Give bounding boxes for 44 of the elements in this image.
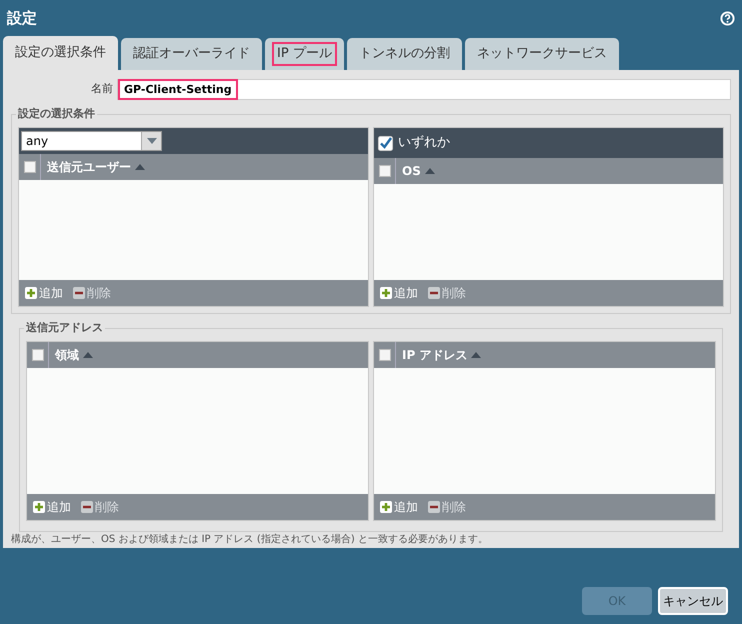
dropdown-value: any [25,133,50,150]
sort-ascending-icon [135,164,145,170]
sort-ascending-icon [424,168,435,174]
checkbox[interactable] [378,349,390,361]
checkbox[interactable] [24,161,36,173]
minus-icon [428,287,440,299]
add-button[interactable]: 追加 [25,284,63,302]
plus-icon [380,287,392,299]
note-text: 構成が、ユーザー、OS および領域または IP アドレス (指定されている場合) と一致する必要があります。 [11,532,489,547]
column-title: 送信元ユーザー [47,159,131,176]
add-button[interactable]: 追加 [380,284,418,302]
column-title: OS [402,163,421,180]
minus-icon [73,287,85,299]
tab[interactable]: トンネルの分割 [346,38,462,70]
help-icon[interactable] [720,10,735,26]
column-header[interactable]: 領域 [27,342,368,368]
sort-ascending-icon [83,352,93,358]
plus-icon [33,501,45,513]
tab[interactable]: 認証オーバーライド [121,38,262,70]
column-header[interactable]: IP アドレス [374,342,715,368]
add-button[interactable]: 追加 [380,498,418,516]
plus-icon [25,287,37,299]
checkbox[interactable] [32,349,44,361]
checkbox[interactable] [378,136,393,150]
cancel-button[interactable]: キャンセル [658,587,728,615]
dropdown[interactable]: any [21,131,162,151]
column-header[interactable]: OS [374,158,723,184]
add-button[interactable]: 追加 [33,498,71,516]
minus-icon [428,501,440,513]
column-title: IP アドレス [402,347,468,364]
tab[interactable]: ネットワークサービス [464,38,619,70]
tab[interactable]: IP プール [265,38,344,70]
name-label: 名前 [90,81,113,98]
minus-icon [81,501,93,513]
column-title: 領域 [55,347,79,364]
tab[interactable]: 設定の選択条件 [3,36,118,70]
column-header[interactable]: 送信元ユーザー [19,154,368,180]
caret-icon [141,132,161,150]
checkbox-label: いずれか [398,134,450,152]
plus-icon [380,501,392,513]
name-field[interactable]: GP-Client-Setting [118,79,238,100]
sort-ascending-icon [471,352,482,358]
checkbox[interactable] [378,165,390,177]
window-title: 設定 [7,8,37,29]
